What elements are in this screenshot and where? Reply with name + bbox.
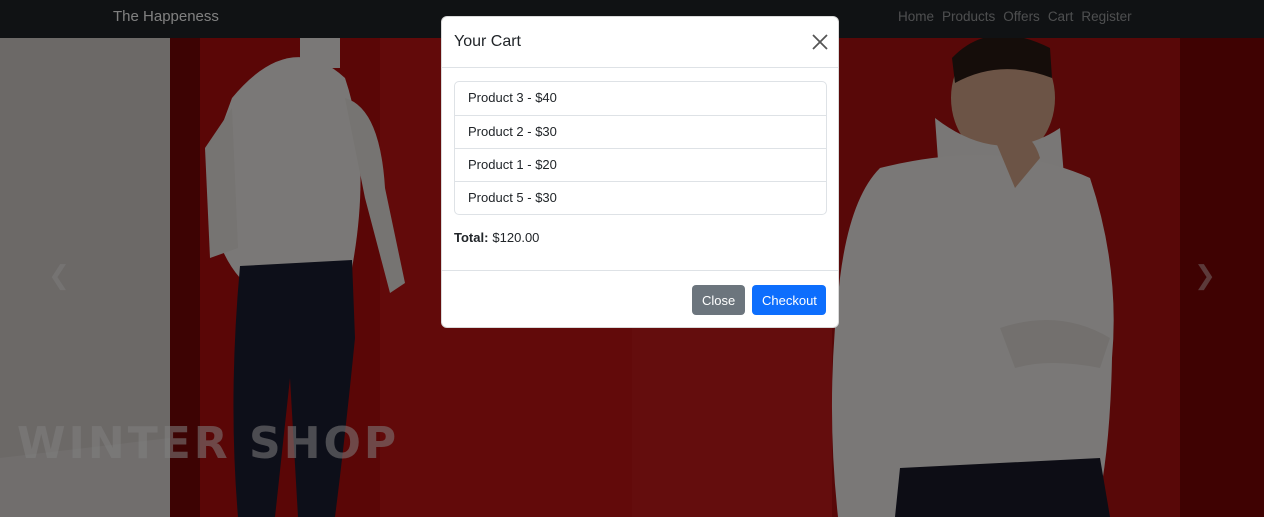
cart-modal: Your Cart Product 3 - $40 Product 2 - $3… — [441, 16, 839, 328]
total-label: Total: — [454, 230, 489, 245]
cart-item: Product 5 - $30 — [455, 181, 826, 214]
modal-close-icon-button[interactable] — [810, 32, 830, 52]
total-value: $120.00 — [492, 230, 540, 245]
close-icon — [812, 34, 828, 50]
cart-item: Product 3 - $40 — [468, 90, 557, 105]
cart-item: Product 1 - $20 — [455, 148, 826, 181]
modal-title: Your Cart — [454, 33, 521, 50]
cart-item: Product 2 - $30 — [455, 115, 826, 148]
modal-body: Product 3 - $40 Product 2 - $30 Product … — [454, 81, 827, 245]
cart-total: Total: $120.00 — [454, 230, 827, 245]
close-button[interactable]: Close — [692, 285, 745, 315]
cart-item-list: Product 3 - $40 Product 2 - $30 Product … — [454, 81, 827, 215]
modal-footer: Close Checkout — [442, 270, 838, 327]
checkout-button[interactable]: Checkout — [752, 285, 826, 315]
modal-header: Your Cart — [442, 17, 838, 68]
